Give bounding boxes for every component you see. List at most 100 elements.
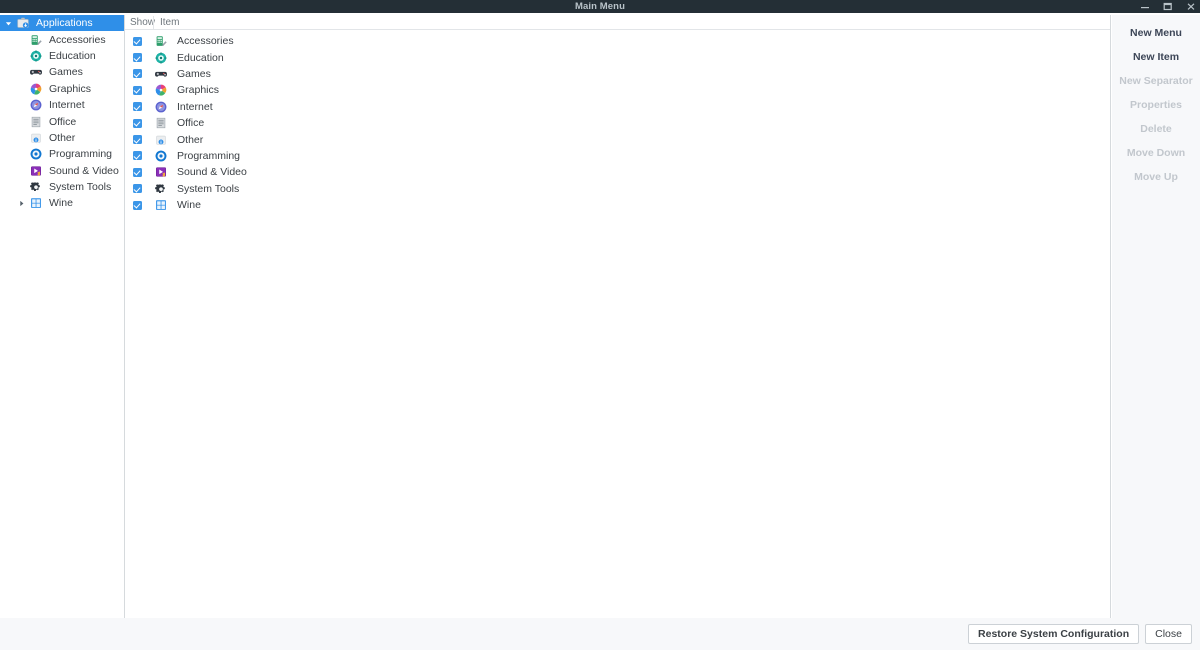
tree-item-programming[interactable]: Programming — [0, 146, 124, 162]
table-row[interactable]: Education — [125, 49, 1110, 65]
show-cell — [125, 102, 153, 112]
tree-item-label: Office — [49, 115, 77, 128]
show-checkbox[interactable] — [133, 36, 142, 46]
show-checkbox[interactable] — [133, 135, 142, 145]
item-label: Office — [177, 117, 205, 130]
applications-icon — [15, 16, 31, 30]
item-label: System Tools — [177, 182, 240, 195]
window-titlebar: Main Menu — [0, 0, 1200, 13]
tree-item-label: Accessories — [49, 33, 106, 46]
show-cell — [125, 135, 153, 145]
tree-item-graphics[interactable]: Graphics — [0, 81, 124, 97]
education-icon — [153, 51, 169, 65]
chevron-down-icon[interactable] — [2, 20, 15, 27]
tree-item-label: Applications — [36, 17, 93, 30]
show-cell — [125, 200, 153, 210]
tree-item-sound-video[interactable]: Sound & Video — [0, 163, 124, 179]
show-cell — [125, 85, 153, 95]
games-icon — [153, 67, 169, 81]
new-item-button[interactable]: New Item — [1112, 45, 1200, 69]
window-title: Main Menu — [575, 1, 625, 12]
tree-item-games[interactable]: Games — [0, 64, 124, 80]
show-checkbox[interactable] — [133, 118, 142, 128]
show-checkbox[interactable] — [133, 151, 142, 161]
wine-icon — [28, 196, 44, 210]
show-checkbox[interactable] — [133, 200, 142, 210]
menu-tree: Applications Accessories Education Games Gra… — [0, 15, 124, 212]
window-controls — [1140, 0, 1196, 13]
table-row[interactable]: Wine — [125, 197, 1110, 213]
wine-icon — [153, 198, 169, 212]
show-cell — [125, 167, 153, 177]
tree-item-system-tools[interactable]: System Tools — [0, 179, 124, 195]
item-label: Other — [177, 133, 204, 146]
close-dialog-button[interactable]: Close — [1145, 624, 1192, 644]
show-checkbox[interactable] — [133, 184, 142, 194]
item-label: Education — [177, 51, 224, 64]
office-icon — [28, 115, 44, 129]
maximize-button[interactable] — [1163, 1, 1173, 12]
table-row[interactable]: Sound & Video — [125, 164, 1110, 180]
minimize-button[interactable] — [1140, 1, 1150, 12]
item-label: Sound & Video — [177, 166, 247, 179]
table-row[interactable]: Other — [125, 131, 1110, 147]
show-cell — [125, 53, 153, 63]
table-row[interactable]: Graphics — [125, 82, 1110, 98]
item-label: Accessories — [177, 35, 234, 48]
programming-icon — [153, 149, 169, 163]
item-list-body: Accessories Education Games Graphics Interne… — [125, 30, 1110, 213]
list-header-row: Show Item — [125, 15, 1110, 30]
table-row[interactable]: Internet — [125, 99, 1110, 115]
tree-item-education[interactable]: Education — [0, 48, 124, 64]
workspace: Applications Accessories Education Games Gra… — [0, 13, 1200, 650]
sound-video-icon — [153, 165, 169, 179]
tree-item-label: Sound & Video — [49, 164, 119, 177]
delete-button: Delete — [1112, 117, 1200, 141]
tree-item-applications[interactable]: Applications — [0, 15, 124, 32]
programming-icon — [28, 147, 44, 161]
item-list-pane[interactable]: Show Item Accessories Education Games Graph… — [125, 15, 1111, 618]
system-tools-icon — [28, 180, 44, 194]
show-checkbox[interactable] — [133, 69, 142, 79]
sound-video-icon — [28, 164, 44, 178]
show-cell — [125, 36, 153, 46]
tree-item-office[interactable]: Office — [0, 113, 124, 129]
tree-item-label: Games — [49, 66, 83, 79]
tree-item-accessories[interactable]: Accessories — [0, 31, 124, 47]
table-row[interactable]: Accessories — [125, 33, 1110, 49]
tree-item-other[interactable]: Other — [0, 130, 124, 146]
table-row[interactable]: System Tools — [125, 181, 1110, 197]
menu-tree-sidebar[interactable]: Applications Accessories Education Games Gra… — [0, 15, 125, 618]
item-label: Games — [177, 67, 211, 80]
column-header-item[interactable]: Item — [153, 15, 1110, 29]
show-cell — [125, 151, 153, 161]
move-up-button: Move Up — [1112, 165, 1200, 189]
item-label: Wine — [177, 199, 201, 212]
tree-item-wine[interactable]: Wine — [0, 195, 124, 211]
show-checkbox[interactable] — [133, 85, 142, 95]
dialog-footer: Restore System Configuration Close — [0, 618, 1200, 650]
other-icon — [28, 131, 44, 145]
properties-button: Properties — [1112, 93, 1200, 117]
office-icon — [153, 116, 169, 130]
show-checkbox[interactable] — [133, 167, 142, 177]
restore-system-configuration-button[interactable]: Restore System Configuration — [968, 624, 1140, 644]
chevron-right-icon[interactable] — [15, 200, 28, 207]
column-header-show[interactable]: Show — [125, 16, 155, 29]
table-row[interactable]: Programming — [125, 148, 1110, 164]
show-checkbox[interactable] — [133, 102, 142, 112]
accessories-icon — [28, 33, 44, 47]
other-icon — [153, 133, 169, 147]
accessories-icon — [153, 34, 169, 48]
graphics-icon — [28, 82, 44, 96]
tree-item-internet[interactable]: Internet — [0, 97, 124, 113]
table-row[interactable]: Games — [125, 66, 1110, 82]
new-menu-button[interactable]: New Menu — [1112, 21, 1200, 45]
show-cell — [125, 118, 153, 128]
close-button[interactable] — [1186, 1, 1196, 12]
education-icon — [28, 49, 44, 63]
tree-item-label: Education — [49, 49, 96, 62]
table-row[interactable]: Office — [125, 115, 1110, 131]
item-label: Internet — [177, 100, 213, 113]
show-checkbox[interactable] — [133, 53, 142, 63]
